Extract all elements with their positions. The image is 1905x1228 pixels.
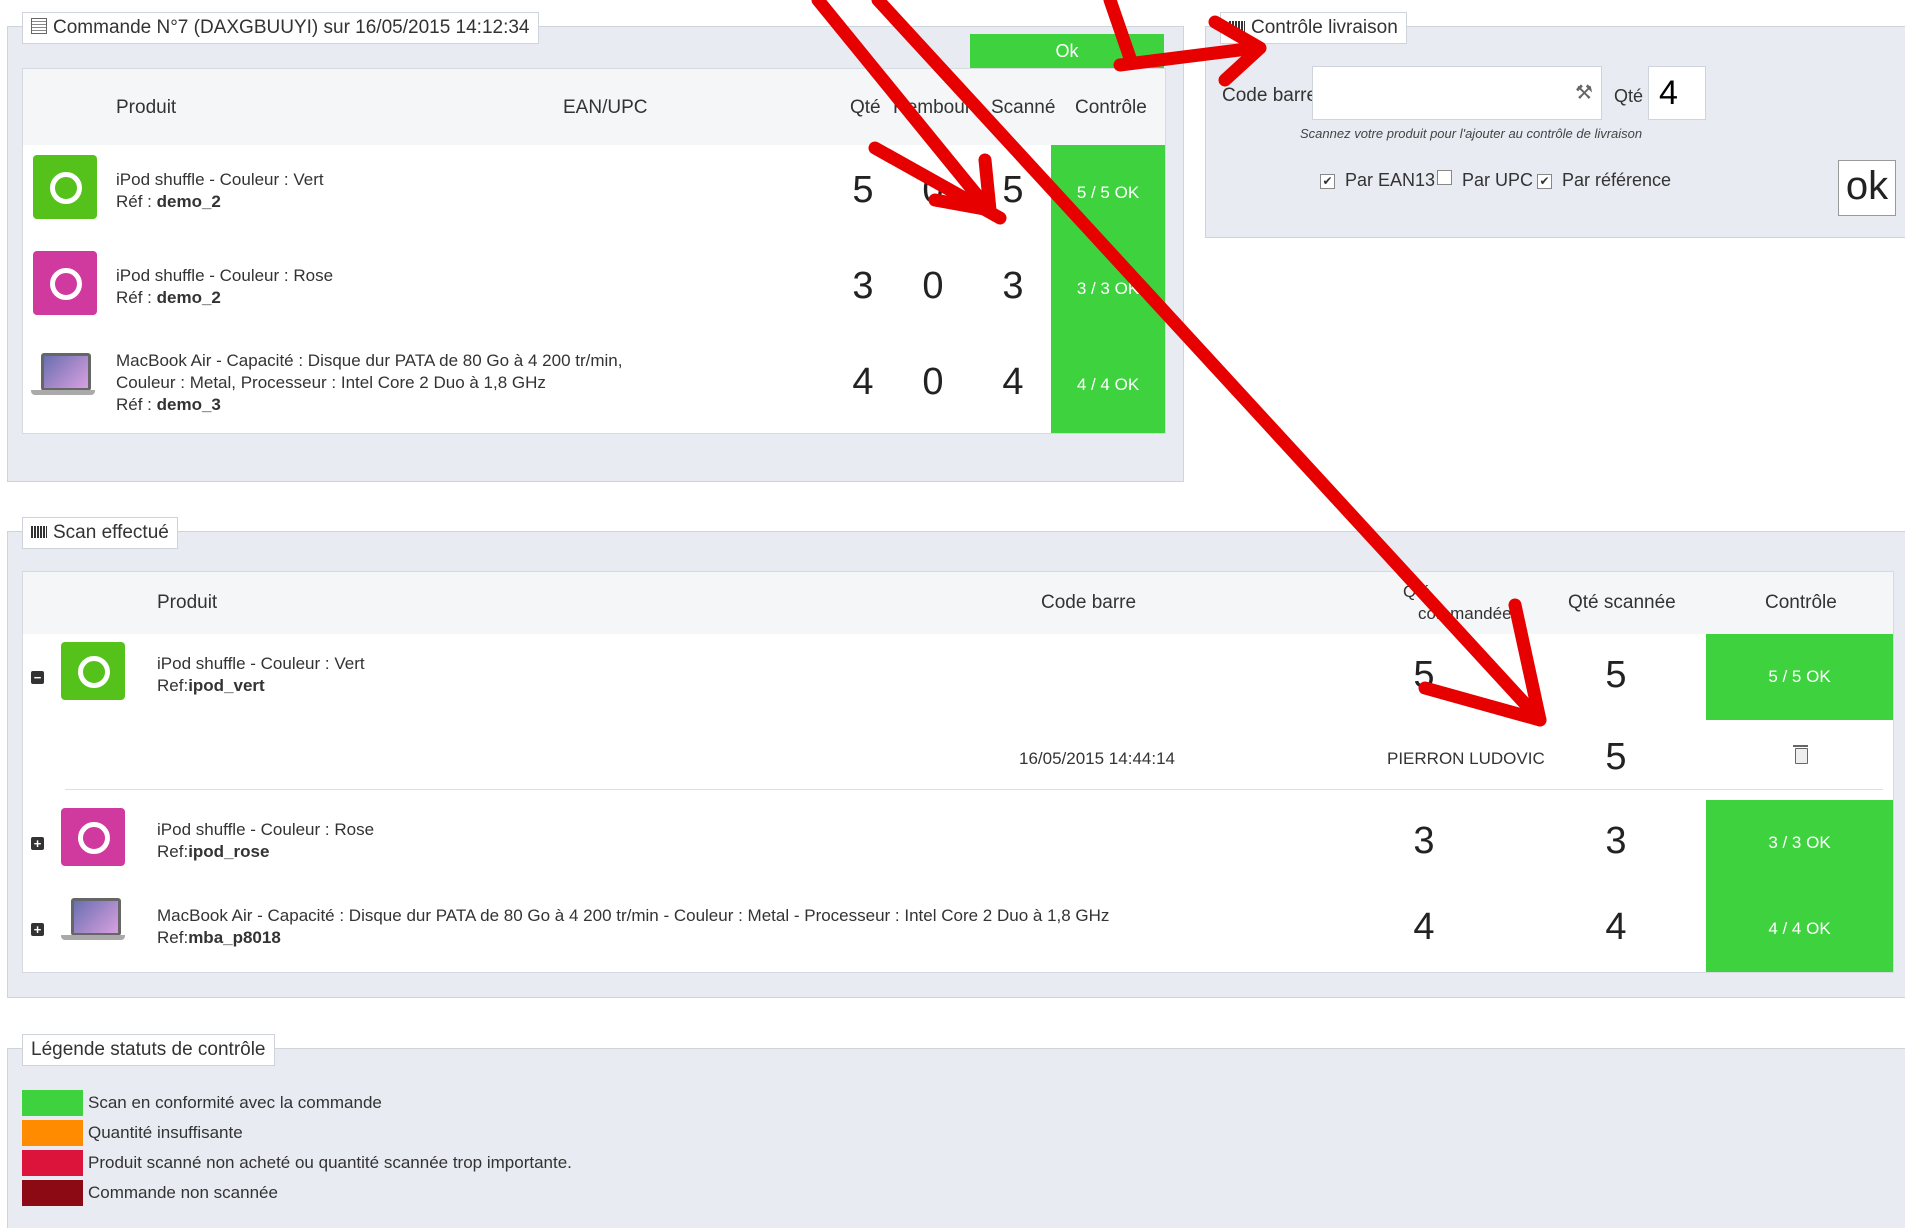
arrow-long-diagonal xyxy=(871,0,1547,727)
arrow-from-delivery xyxy=(1103,0,1137,65)
arrow-to-delivery-title xyxy=(1113,15,1267,87)
annotation-arrows xyxy=(811,0,1547,727)
